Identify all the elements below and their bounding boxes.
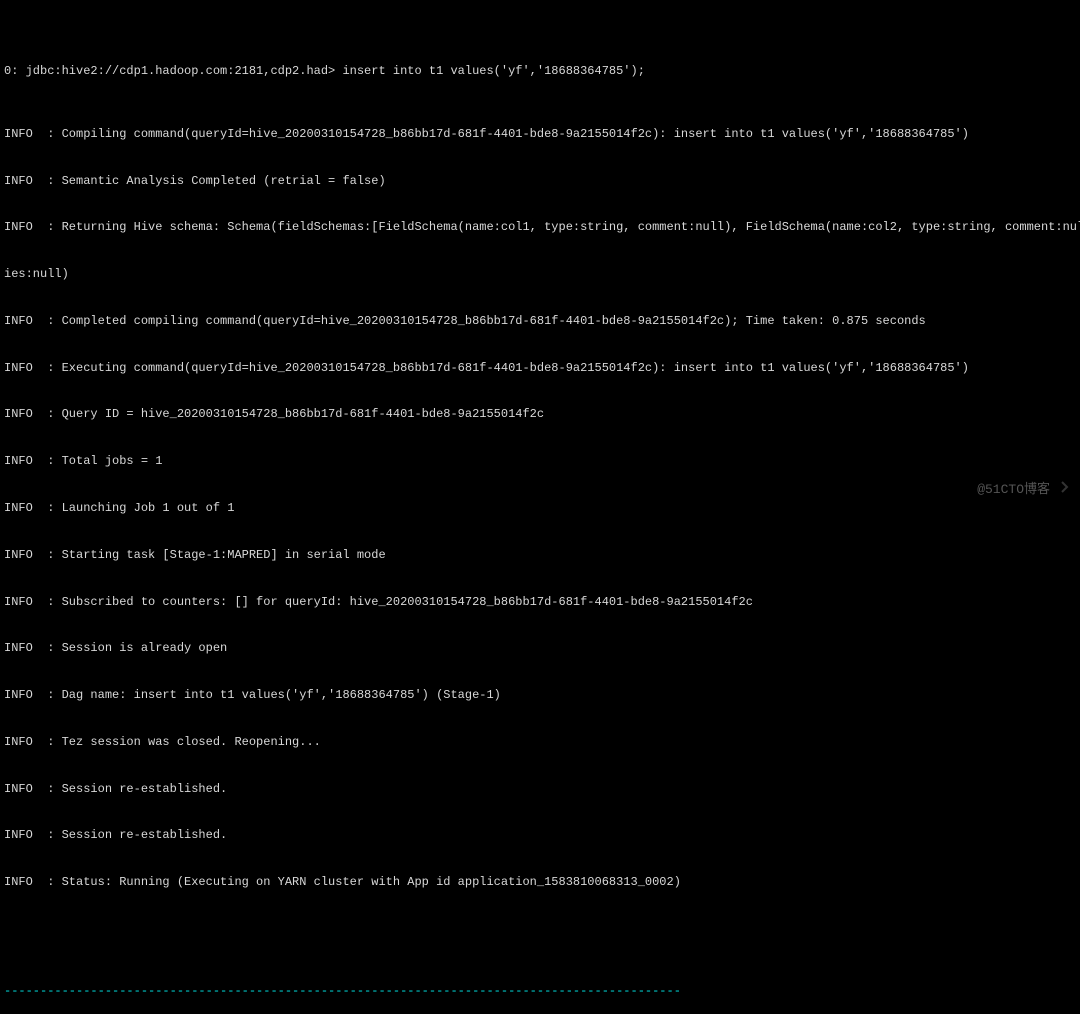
- log-line: INFO : Query ID = hive_20200310154728_b8…: [4, 407, 1076, 423]
- log-line: INFO : Compiling command(queryId=hive_20…: [4, 127, 1076, 143]
- log-line: INFO : Starting task [Stage-1:MAPRED] in…: [4, 548, 1076, 564]
- log-line: INFO : Session is already open: [4, 641, 1076, 657]
- table-divider: ----------------------------------------…: [4, 984, 1076, 1000]
- log-line: INFO : Session re-established.: [4, 782, 1076, 798]
- log-line: ies:null): [4, 267, 1076, 283]
- log-line: INFO : Executing command(queryId=hive_20…: [4, 361, 1076, 377]
- log-line: INFO : Semantic Analysis Completed (retr…: [4, 174, 1076, 190]
- watermark-text: @51CTO博客: [977, 482, 1050, 499]
- log-line: INFO : Status: Running (Executing on YAR…: [4, 875, 1076, 891]
- log-line: INFO : Tez session was closed. Reopening…: [4, 735, 1076, 751]
- log-line: INFO : Launching Job 1 out of 1: [4, 501, 1076, 517]
- log-line: INFO : Subscribed to counters: [] for qu…: [4, 595, 1076, 611]
- arrow-icon: [1042, 464, 1072, 501]
- log-line: INFO : Returning Hive schema: Schema(fie…: [4, 220, 1076, 236]
- log-line: INFO : Dag name: insert into t1 values('…: [4, 688, 1076, 704]
- vertices-table: ----------------------------------------…: [4, 953, 1076, 1014]
- log-line: INFO : Session re-established.: [4, 828, 1076, 844]
- log-line: INFO : Completed compiling command(query…: [4, 314, 1076, 330]
- command-prompt: 0: jdbc:hive2://cdp1.hadoop.com:2181,cdp…: [4, 64, 1076, 80]
- log-section: INFO : Compiling command(queryId=hive_20…: [4, 96, 1076, 938]
- log-line: INFO : Total jobs = 1: [4, 454, 1076, 470]
